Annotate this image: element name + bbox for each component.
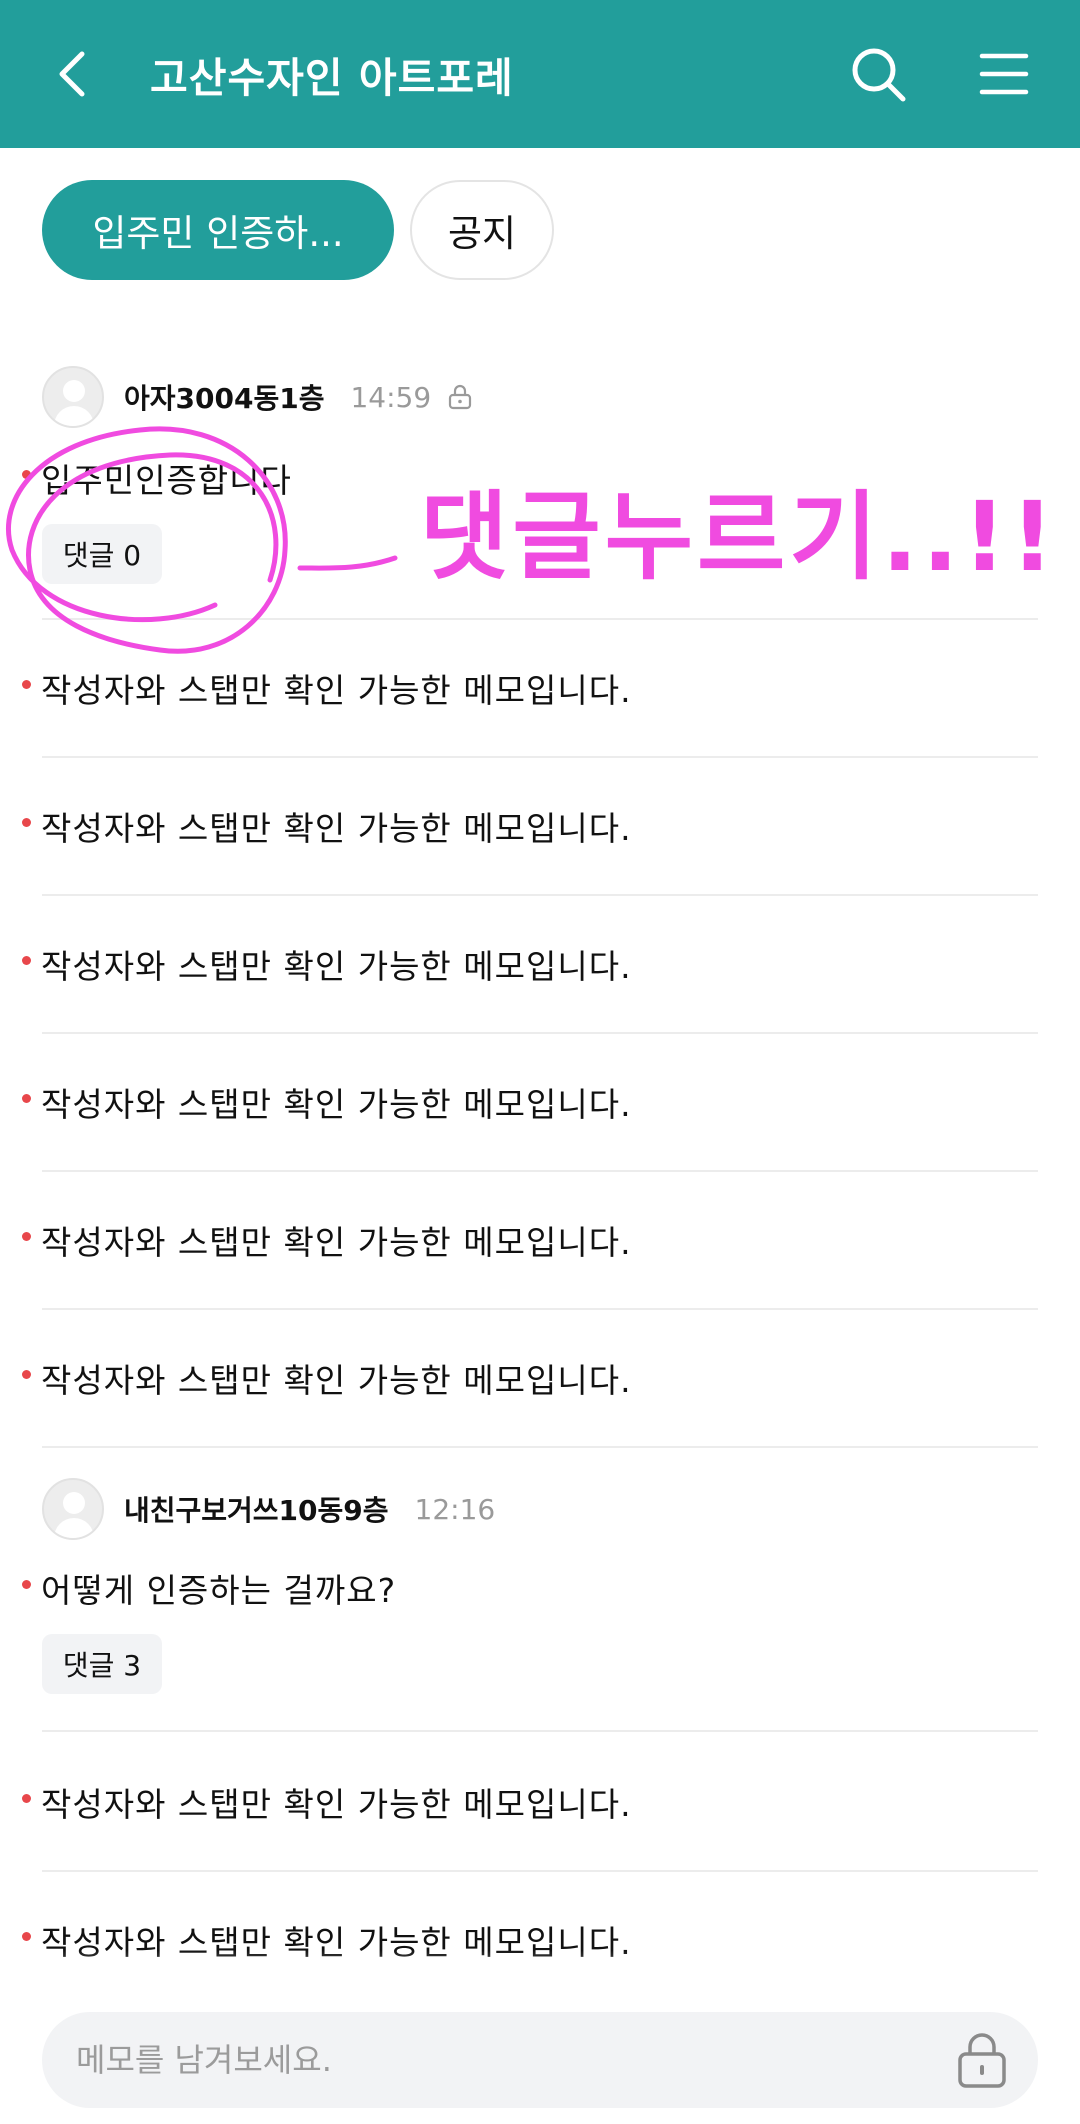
private-memo-item[interactable]: 작성자와 스탭만 확인 가능한 메모입니다.: [0, 896, 1080, 1034]
page-title: 고산수자인 아트포레: [150, 54, 514, 102]
private-memo-item[interactable]: 작성자와 스탭만 확인 가능한 메모입니다.: [0, 1310, 1080, 1448]
memo-text: 작성자와 스탭만 확인 가능한 메모입니다.: [41, 671, 632, 710]
bullet-dot: [22, 1231, 31, 1241]
private-memo-item[interactable]: 작성자와 스탭만 확인 가능한 메모입니다.: [0, 1172, 1080, 1310]
private-memo-item[interactable]: 작성자와 스탭만 확인 가능한 메모입니다.: [0, 1732, 1080, 1872]
bullet-dot: [22, 817, 31, 827]
bullet-dot: [22, 469, 31, 479]
post-text-row: 어떻게 인증하는 걸까요?: [22, 1564, 396, 1612]
memo-text: 작성자와 스탭만 확인 가능한 메모입니다.: [41, 1785, 632, 1824]
comment-button[interactable]: 댓글 3: [42, 1634, 162, 1694]
author-name: 아자3004동1층: [124, 382, 325, 415]
bullet-dot: [22, 679, 31, 689]
bullet-dot: [22, 1369, 31, 1379]
post-text-row: 입주민인증합니다: [22, 454, 292, 502]
private-memo-item[interactable]: 작성자와 스탭만 확인 가능한 메모입니다.: [0, 620, 1080, 758]
post-text: 어떻게 인증하는 걸까요?: [41, 1571, 397, 1610]
bullet-dot: [22, 955, 31, 965]
post-text: 입주민인증합니다: [41, 461, 292, 500]
avatar: [42, 1478, 104, 1540]
app-header: 고산수자인 아트포레: [0, 0, 1080, 148]
post-time: 14:59: [350, 380, 432, 414]
post-item: 내친구보거쓰10동9층 12:16 어떻게 인증하는 걸까요? 댓글 3: [0, 1448, 1080, 1734]
post-meta: 내친구보거쓰10동9층 12:16: [42, 1478, 495, 1540]
avatar: [42, 366, 104, 428]
memo-text: 작성자와 스탭만 확인 가능한 메모입니다.: [41, 1361, 632, 1400]
private-memo-item[interactable]: 작성자와 스탭만 확인 가능한 메모입니다.: [0, 758, 1080, 896]
memo-text: 작성자와 스탭만 확인 가능한 메모입니다.: [41, 1085, 632, 1124]
memo-input[interactable]: [42, 2012, 1038, 2108]
author-name: 내친구보거쓰10동9층: [124, 1494, 389, 1527]
category-chips: 입주민 인증하... 공지: [42, 180, 554, 282]
bullet-dot: [22, 1579, 31, 1589]
chevron-left-icon[interactable]: [48, 46, 104, 102]
lock-icon[interactable]: [956, 2032, 1008, 2090]
post-time: 12:16: [414, 1492, 496, 1526]
post-item: 아자3004동1층 14:59 입주민인증합니다 댓글 0: [0, 334, 1080, 620]
search-icon[interactable]: [848, 44, 908, 104]
post-meta: 아자3004동1층 14:59: [42, 366, 473, 428]
bullet-dot: [22, 1093, 31, 1103]
memo-text: 작성자와 스탭만 확인 가능한 메모입니다.: [41, 809, 632, 848]
lock-icon: [449, 384, 472, 410]
memo-text: 작성자와 스탭만 확인 가능한 메모입니다.: [41, 1223, 632, 1262]
bullet-dot: [22, 1931, 31, 1941]
chip-notice[interactable]: 공지: [410, 180, 554, 280]
memo-text: 작성자와 스탭만 확인 가능한 메모입니다.: [41, 947, 632, 986]
private-memo-item[interactable]: 작성자와 스탭만 확인 가능한 메모입니다.: [0, 1034, 1080, 1172]
hamburger-menu-icon[interactable]: [978, 48, 1030, 100]
bullet-dot: [22, 1793, 31, 1803]
comment-button[interactable]: 댓글 0: [42, 524, 162, 584]
chip-resident-verification[interactable]: 입주민 인증하...: [42, 180, 394, 280]
